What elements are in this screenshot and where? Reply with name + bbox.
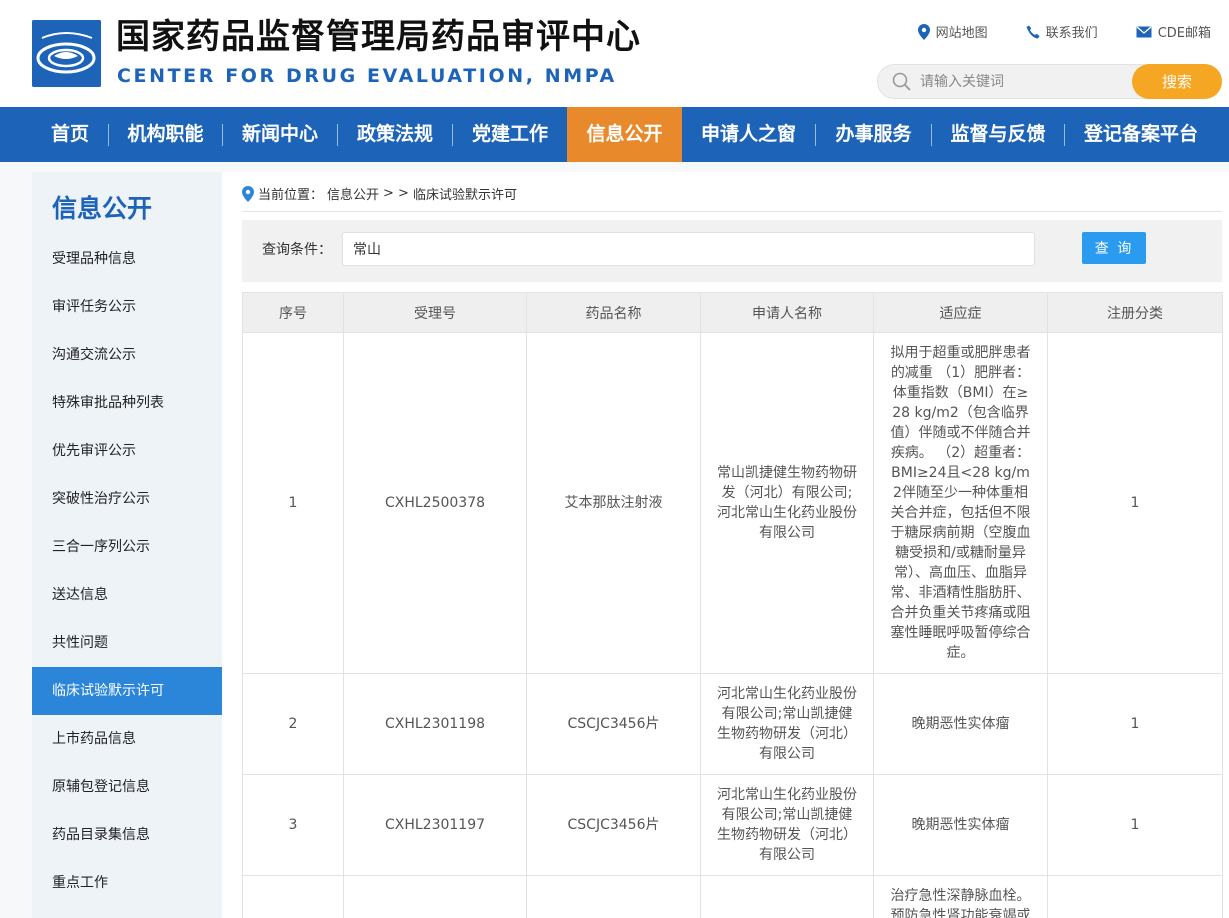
sidebar-list: 受理品种信息 审评任务公示 沟通交流公示 特殊审批品种列表 优先审评公示 突破性…: [32, 235, 222, 907]
cell-category: 1: [1047, 332, 1223, 674]
cell-no: 3: [242, 774, 344, 876]
cell-indication: 拟用于超重或肥胖患者的减重 （1）肥胖者：体重指数（BMI）在≥28 kg/m2…: [873, 332, 1048, 674]
cell-acceptance-no: [343, 875, 527, 918]
table-row: 3 CXHL2301197 CSCJC3456片 河北常山生化药业股份有限公司;…: [242, 774, 1223, 876]
column-header-no: 序号: [242, 292, 344, 333]
sidebar-item-special-approval[interactable]: 特殊审批品种列表: [32, 379, 222, 427]
nav-item-party-building[interactable]: 党建工作: [453, 107, 567, 162]
cell-category: [1047, 875, 1223, 918]
sidebar-item-accepted-varieties[interactable]: 受理品种信息: [32, 235, 222, 283]
cell-indication: 晚期恶性实体瘤: [873, 673, 1048, 775]
breadcrumb-divider: [242, 211, 1222, 212]
sidebar: 信息公开 受理品种信息 审评任务公示 沟通交流公示 特殊审批品种列表 优先审评公…: [32, 172, 222, 918]
site-logo[interactable]: [32, 20, 101, 87]
cell-no: 2: [242, 673, 344, 775]
cell-applicant: [700, 875, 874, 918]
search-icon: [892, 72, 911, 91]
cell-acceptance-no: CXHL2301198: [343, 673, 527, 775]
sidebar-item-priority-review[interactable]: 优先审评公示: [32, 427, 222, 475]
cell-applicant: 河北常山生化药业股份有限公司;常山凯捷健生物药物研发（河北）有限公司: [700, 774, 874, 876]
cell-drug-name: CSCJC3456片: [526, 673, 701, 775]
nav-item-home[interactable]: 首页: [32, 107, 108, 162]
nav-item-news[interactable]: 新闻中心: [223, 107, 337, 162]
site-header: 国家药品监督管理局药品审评中心 CENTER FOR DRUG EVALUATI…: [0, 0, 1229, 107]
cell-category: 1: [1047, 774, 1223, 876]
contact-label: 联系我们: [1045, 26, 1098, 41]
column-header-category: 注册分类: [1047, 292, 1223, 333]
column-header-indication: 适应症: [873, 292, 1048, 333]
nav-item-services[interactable]: 办事服务: [816, 107, 931, 162]
column-header-drug-name: 药品名称: [526, 292, 701, 333]
cell-acceptance-no: CXHL2500378: [343, 332, 527, 674]
cell-no: [242, 875, 344, 918]
location-pin-icon: [917, 23, 930, 40]
sidebar-item-drug-catalog[interactable]: 药品目录集信息: [32, 811, 222, 859]
breadcrumb-current: 临床试验默示许可: [412, 188, 517, 203]
search-input[interactable]: [920, 67, 1130, 96]
sidebar-item-delivery-info[interactable]: 送达信息: [32, 571, 222, 619]
breadcrumb-section-link[interactable]: 信息公开: [327, 184, 379, 203]
sidebar-item-common-issues[interactable]: 共性问题: [32, 619, 222, 667]
site-title: 国家药品监督管理局药品审评中心: [116, 17, 641, 57]
sidebar-item-marketed-drugs[interactable]: 上市药品信息: [32, 715, 222, 763]
nav-item-registration-platform[interactable]: 登记备案平台: [1065, 107, 1217, 162]
sidebar-item-key-work[interactable]: 重点工作: [32, 859, 222, 907]
cell-applicant: 河北常山生化药业股份有限公司;常山凯捷健生物药物研发（河北）有限公司: [700, 673, 874, 775]
column-header-applicant: 申请人名称: [700, 292, 874, 333]
main-content: 当前位置： 信息公开 > > 临床试验默示许可 查询条件： 查 询 序号 受理号…: [222, 172, 1229, 918]
logo-emblem-icon: [32, 20, 101, 87]
cell-drug-name: [526, 875, 701, 918]
sidebar-item-clinical-trial-permission[interactable]: 临床试验默示许可: [32, 667, 222, 715]
nav-item-functions[interactable]: 机构职能: [109, 107, 222, 162]
cell-acceptance-no: CXHL2301197: [343, 774, 527, 876]
cde-mail-link[interactable]: CDE邮箱: [1136, 22, 1211, 41]
site-subtitle: CENTER FOR DRUG EVALUATION, NMPA: [117, 65, 617, 87]
nav-item-applicant-window[interactable]: 申请人之窗: [682, 107, 815, 162]
breadcrumb-separator: > >: [383, 186, 409, 201]
site-map-label: 网站地图: [935, 26, 988, 41]
cell-drug-name: CSCJC3456片: [526, 774, 701, 876]
sidebar-title: 信息公开: [52, 194, 153, 223]
sidebar-item-three-in-one[interactable]: 三合一序列公示: [32, 523, 222, 571]
cell-drug-name: 艾本那肽注射液: [526, 332, 701, 674]
cell-no: 1: [242, 332, 344, 674]
column-header-acceptance-no: 受理号: [343, 292, 527, 333]
nav-item-info-disclosure[interactable]: 信息公开: [567, 107, 682, 162]
breadcrumb-prefix: 当前位置：: [258, 188, 324, 203]
sidebar-item-review-tasks[interactable]: 审评任务公示: [32, 283, 222, 331]
nav-item-policies[interactable]: 政策法规: [338, 107, 452, 162]
results-table: 序号 受理号 药品名称 申请人名称 适应症 注册分类 1 CXHL2500378…: [242, 292, 1223, 918]
mail-icon: [1136, 25, 1152, 37]
sidebar-item-breakthrough-therapy[interactable]: 突破性治疗公示: [32, 475, 222, 523]
table-row: 2 CXHL2301198 CSCJC3456片 河北常山生化药业股份有限公司;…: [242, 673, 1223, 775]
main-nav: 首页 机构职能 新闻中心 政策法规 党建工作 信息公开 申请人之窗 办事服务 监…: [0, 107, 1229, 162]
cde-mail-label: CDE邮箱: [1157, 26, 1211, 41]
cell-indication: 治疗急性深静脉血栓。预防急性肾功能衰竭或: [873, 875, 1048, 918]
table-header-row: 序号 受理号 药品名称 申请人名称 适应症 注册分类: [242, 292, 1223, 333]
sidebar-item-excipient-registration[interactable]: 原辅包登记信息: [32, 763, 222, 811]
location-pin-icon: [242, 185, 254, 202]
query-input[interactable]: [342, 232, 1035, 266]
breadcrumb: 当前位置： 信息公开 > > 临床试验默示许可: [242, 184, 517, 203]
site-map-link[interactable]: 网站地图: [917, 22, 988, 41]
cell-indication: 晚期恶性实体瘤: [873, 774, 1048, 876]
query-bar: 查询条件： 查 询: [242, 220, 1222, 282]
cell-applicant: 常山凯捷健生物药物研发（河北）有限公司;河北常山生化药业股份有限公司: [700, 332, 874, 674]
site-search: 搜索: [877, 64, 1222, 99]
search-button[interactable]: 搜索: [1132, 64, 1222, 99]
query-label: 查询条件：: [262, 242, 332, 258]
table-row: 1 CXHL2500378 艾本那肽注射液 常山凯捷健生物药物研发（河北）有限公…: [242, 332, 1223, 674]
nav-item-supervision[interactable]: 监督与反馈: [932, 107, 1064, 162]
contact-link[interactable]: 联系我们: [1026, 22, 1098, 41]
query-button[interactable]: 查 询: [1082, 232, 1146, 264]
cell-category: 1: [1047, 673, 1223, 775]
top-links: 网站地图 联系我们 CDE邮箱: [917, 22, 1211, 41]
table-row: 治疗急性深静脉血栓。预防急性肾功能衰竭或: [242, 875, 1223, 918]
phone-icon: [1026, 25, 1040, 38]
sidebar-item-communication[interactable]: 沟通交流公示: [32, 331, 222, 379]
